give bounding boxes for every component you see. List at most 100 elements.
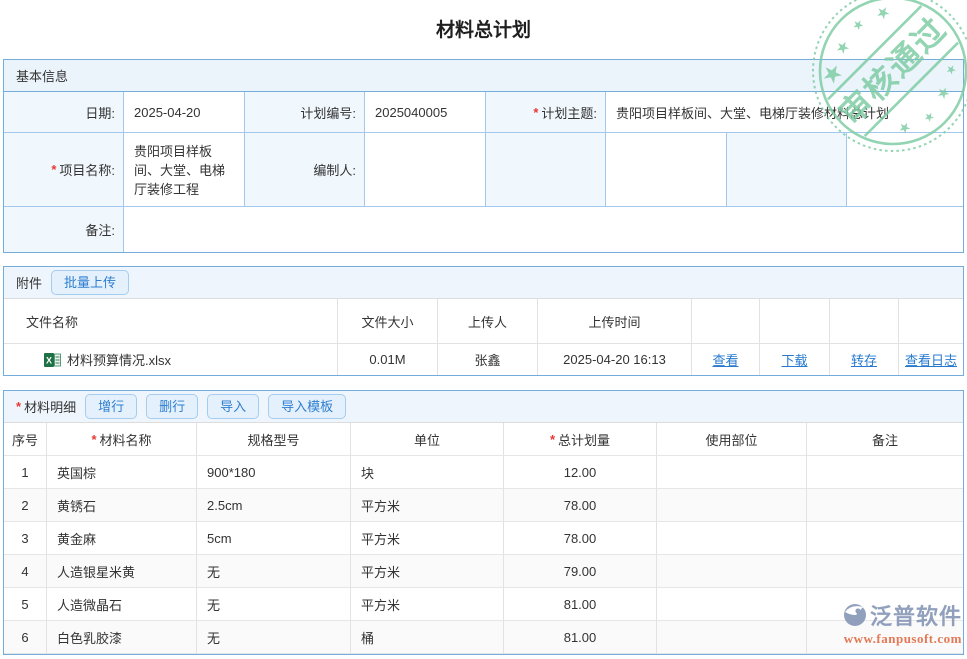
uploader: 张鑫	[438, 344, 538, 375]
row-spec: 无	[197, 588, 351, 621]
required-asterisk: *	[51, 162, 56, 177]
project-value: 贵阳项目样板间、大堂、电梯厅装修工程	[124, 133, 245, 207]
row-unit: 平方米	[351, 522, 504, 555]
view-log-link[interactable]: 查看日志	[905, 350, 957, 369]
row-remark	[807, 555, 963, 588]
row-seq: 3	[4, 522, 47, 555]
material-detail-title: 材料明细	[24, 397, 76, 416]
attachment-title: 附件	[16, 273, 42, 292]
excel-file-icon: X	[44, 352, 61, 368]
remark-value	[124, 207, 963, 252]
compiler-value	[365, 133, 486, 207]
table-row: 4 人造银星米黄 无 平方米 79.00	[4, 555, 963, 588]
page-title: 材料总计划	[0, 0, 967, 51]
save-as-link[interactable]: 转存	[851, 350, 877, 369]
basic-info-row-3: 备注:	[4, 207, 963, 252]
row-spec: 无	[197, 555, 351, 588]
download-link[interactable]: 下载	[781, 350, 807, 369]
row-seq: 6	[4, 621, 47, 654]
row-seq: 5	[4, 588, 47, 621]
basic-info-row-2: * 项目名称: 贵阳项目样板间、大堂、电梯厅装修工程 编制人:	[4, 133, 963, 207]
attachment-table-header: 文件名称 文件大小 上传人 上传时间	[4, 299, 963, 344]
file-name: 材料预算情况.xlsx	[67, 350, 171, 369]
date-label: 日期:	[4, 92, 124, 133]
subject-label: * 计划主题:	[486, 92, 606, 133]
row-material-name: 黄锈石	[47, 489, 197, 522]
row-use-location	[657, 555, 807, 588]
row-seq: 1	[4, 456, 47, 489]
file-name-cell: X 材料预算情况.xlsx	[4, 344, 338, 375]
table-row: 1 英国棕 900*180 块 12.00	[4, 456, 963, 489]
row-total-qty: 81.00	[504, 588, 657, 621]
subject-value: 贵阳项目样板间、大堂、电梯厅装修材料总计划	[606, 92, 963, 133]
brand-logo-icon	[842, 602, 868, 628]
brand-name: 泛普软件	[870, 599, 962, 631]
row-total-qty: 79.00	[504, 555, 657, 588]
row-spec: 900*180	[197, 456, 351, 489]
row-total-qty: 81.00	[504, 621, 657, 654]
view-link[interactable]: 查看	[712, 350, 738, 369]
delete-row-button[interactable]: 删行	[146, 394, 198, 420]
row-unit: 块	[351, 456, 504, 489]
add-row-button[interactable]: 增行	[85, 394, 137, 420]
file-size: 0.01M	[338, 344, 438, 375]
plan-no-label: 计划编号:	[245, 92, 365, 133]
basic-info-row-1: 日期: 2025-04-20 计划编号: 2025040005 * 计划主题: …	[4, 92, 963, 133]
row-total-qty: 78.00	[504, 489, 657, 522]
row-unit: 平方米	[351, 588, 504, 621]
row-seq: 2	[4, 489, 47, 522]
col-total-qty: * 总计划量	[504, 423, 657, 456]
row-total-qty: 12.00	[504, 456, 657, 489]
compiler-label: 编制人:	[245, 133, 365, 207]
plan-no-value: 2025040005	[365, 92, 486, 133]
basic-info-title: 基本信息	[16, 66, 68, 85]
col-file-size: 文件大小	[338, 299, 438, 344]
col-action-blank	[830, 299, 899, 344]
row-material-name: 白色乳胶漆	[47, 621, 197, 654]
row-material-name: 英国棕	[47, 456, 197, 489]
attachment-section: 附件 批量上传 文件名称 文件大小 上传人 上传时间 X 材料预算情况.xl	[3, 266, 964, 376]
batch-upload-button[interactable]: 批量上传	[51, 270, 129, 296]
basic-info-section: 基本信息 日期: 2025-04-20 计划编号: 2025040005 * 计…	[3, 59, 964, 253]
col-remark: 备注	[807, 423, 963, 456]
row-seq: 4	[4, 555, 47, 588]
date-value: 2025-04-20	[124, 92, 245, 133]
row-unit: 平方米	[351, 555, 504, 588]
row-material-name: 人造银星米黄	[47, 555, 197, 588]
col-file-name: 文件名称	[4, 299, 338, 344]
brand-watermark: 泛普软件 www.fanpusoft.com	[820, 599, 962, 647]
col-material-name: * 材料名称	[47, 423, 197, 456]
required-asterisk: *	[550, 432, 555, 447]
col-action-blank	[692, 299, 760, 344]
row-unit: 桶	[351, 621, 504, 654]
row-spec: 无	[197, 621, 351, 654]
col-upload-time: 上传时间	[538, 299, 692, 344]
import-button[interactable]: 导入	[207, 394, 259, 420]
row-remark	[807, 456, 963, 489]
import-template-button[interactable]: 导入模板	[268, 394, 346, 420]
row-unit: 平方米	[351, 489, 504, 522]
material-detail-header: * 材料明细 增行 删行 导入 导入模板	[4, 391, 963, 423]
empty-label-cell	[486, 133, 606, 207]
svg-text:X: X	[46, 355, 52, 365]
required-asterisk: *	[533, 105, 538, 120]
col-action-blank	[760, 299, 830, 344]
project-label: * 项目名称:	[4, 133, 124, 207]
upload-time: 2025-04-20 16:13	[538, 344, 692, 375]
table-row: 3 黄金麻 5cm 平方米 78.00	[4, 522, 963, 555]
empty-value-cell	[847, 133, 963, 207]
row-material-name: 人造微晶石	[47, 588, 197, 621]
row-remark	[807, 522, 963, 555]
required-asterisk: *	[91, 432, 96, 447]
attachment-header: 附件 批量上传	[4, 267, 963, 299]
brand-url: www.fanpusoft.com	[820, 631, 962, 647]
required-asterisk: *	[16, 399, 21, 414]
col-spec: 规格型号	[197, 423, 351, 456]
row-material-name: 黄金麻	[47, 522, 197, 555]
col-unit: 单位	[351, 423, 504, 456]
basic-info-header: 基本信息	[4, 60, 963, 92]
col-use-location: 使用部位	[657, 423, 807, 456]
row-use-location	[657, 456, 807, 489]
row-remark	[807, 489, 963, 522]
row-spec: 2.5cm	[197, 489, 351, 522]
